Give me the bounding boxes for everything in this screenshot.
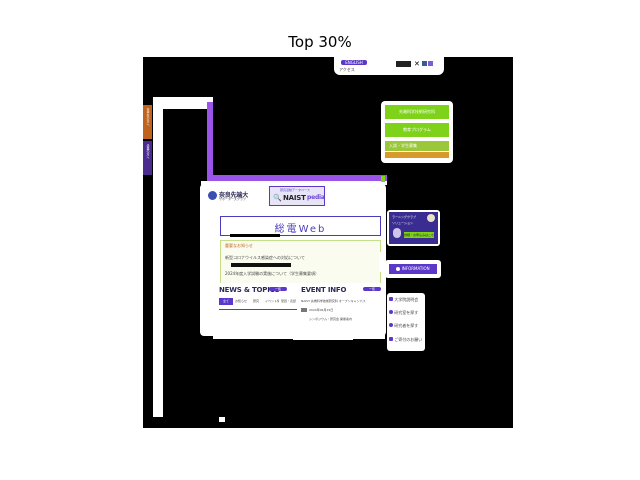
bottom-speck bbox=[219, 417, 225, 422]
news-divider bbox=[219, 309, 297, 310]
info-icon bbox=[396, 267, 401, 271]
figure-title: Top 30% bbox=[288, 33, 352, 51]
tab-awards[interactable]: 受賞・表彰 bbox=[281, 299, 297, 304]
side-links: 大学院説明会 研究室を探す 研究者を探す ご寄付のお願い bbox=[387, 293, 425, 351]
search-icon: 🔍 bbox=[273, 194, 282, 202]
person-icon bbox=[393, 228, 401, 238]
calendar-icon bbox=[389, 297, 393, 301]
naistpedia-logo[interactable]: 研究活動データベース 🔍 NAIST pedia bbox=[269, 186, 325, 206]
search-button[interactable] bbox=[396, 61, 411, 67]
donate-icon bbox=[389, 337, 393, 341]
side-link-3[interactable]: 研究者を探す bbox=[389, 323, 425, 328]
notice-redaction bbox=[231, 263, 291, 267]
promo-mid[interactable]: 教育プログラム bbox=[385, 123, 449, 137]
news-events-area: NEWS & TOPICS 一覧 全て お知らせ 研究 イベント情報 受賞・表彰… bbox=[213, 283, 385, 339]
hero-banner: 総電Web bbox=[220, 216, 381, 236]
tab-events[interactable]: イベント情報 bbox=[265, 299, 279, 304]
side-link-2[interactable]: 研究室を探す bbox=[389, 310, 425, 315]
x-icon[interactable]: ✕ bbox=[414, 60, 420, 68]
avatar bbox=[427, 214, 435, 222]
researcher-icon bbox=[389, 323, 393, 327]
news-tabs: 全て お知らせ 研究 イベント情報 受賞・表彰 bbox=[219, 298, 297, 306]
youtube-icon[interactable] bbox=[428, 61, 433, 66]
information-button[interactable]: INFORMATION bbox=[389, 264, 437, 274]
promo-footer bbox=[385, 152, 449, 158]
news-more-button[interactable]: 一覧 bbox=[269, 287, 287, 291]
english-button[interactable]: ENGLISH bbox=[341, 60, 367, 65]
right-promo: 先端科学技術研究科 教育プログラム 入試・学生募集 bbox=[381, 101, 453, 163]
nav-green-dot bbox=[381, 176, 385, 182]
access-link[interactable]: アクセス bbox=[339, 67, 365, 72]
nav-purple-vertical bbox=[207, 102, 213, 182]
nav-inner-black bbox=[163, 109, 196, 415]
nav-frame-white-col bbox=[153, 97, 163, 417]
nara-logo-icon bbox=[208, 191, 217, 200]
learning-club-box[interactable]: ラーニングクラブ ソリューション 詳細・お申込みはこちら bbox=[387, 210, 440, 246]
header-bar: ENGLISH アクセス ✕ bbox=[334, 57, 444, 75]
notice-line-2[interactable]: 2024年度入学試験の実施について（学生募集要項） bbox=[225, 271, 319, 276]
search-lab-icon bbox=[389, 310, 393, 314]
left-tab-companies[interactable]: 企業の方へ bbox=[143, 141, 152, 175]
hero-underline bbox=[230, 234, 280, 237]
promo-bottom[interactable]: 入試・学生募集 bbox=[385, 141, 449, 151]
notice-box: 重要なお知らせ 新型コロナウイルス感染症への対応について 2024年度入学試験の… bbox=[220, 240, 381, 286]
event-date-badge bbox=[301, 308, 307, 312]
tab-research[interactable]: 研究 bbox=[253, 299, 259, 304]
promo-top[interactable]: 先端科学技術研究科 bbox=[385, 105, 449, 119]
event-item-1[interactable]: NAIST 先端科学技術研究科 オープンキャンパス bbox=[301, 299, 381, 304]
hero-title: 総電Web bbox=[274, 224, 327, 235]
event-item-2[interactable]: 2024年06月15日 bbox=[309, 308, 379, 313]
notice-title: 重要なお知らせ bbox=[225, 243, 253, 248]
news-bottom-pad bbox=[293, 337, 353, 340]
facebook-icon[interactable] bbox=[422, 61, 427, 66]
screenshot-panel: ENGLISH アクセス ✕ 在学生の方へ 企業の方へ 奈良先端大 サポーターズ… bbox=[143, 57, 513, 428]
side-link-4[interactable]: ご寄付のお願い bbox=[389, 337, 425, 342]
nara-logo[interactable]: 奈良先端大 サポーターズクラブ bbox=[208, 190, 260, 202]
side-link-1[interactable]: 大学院説明会 bbox=[389, 297, 425, 302]
tab-news[interactable]: お知らせ bbox=[235, 299, 247, 304]
notice-line-1[interactable]: 新型コロナウイルス感染症への対応について bbox=[225, 255, 305, 260]
event-item-3[interactable]: シンポジウム・研究会 開催案内 bbox=[309, 317, 379, 322]
tab-all[interactable]: 全て bbox=[219, 298, 233, 305]
events-title: EVENT INFO bbox=[301, 286, 347, 294]
learning-detail-button[interactable]: 詳細・お申込みはこちら bbox=[404, 232, 434, 238]
left-tab-students[interactable]: 在学生の方へ bbox=[143, 105, 152, 139]
info-button-wrap: INFORMATION bbox=[385, 260, 441, 278]
events-more-button[interactable]: 一覧 bbox=[363, 287, 381, 291]
